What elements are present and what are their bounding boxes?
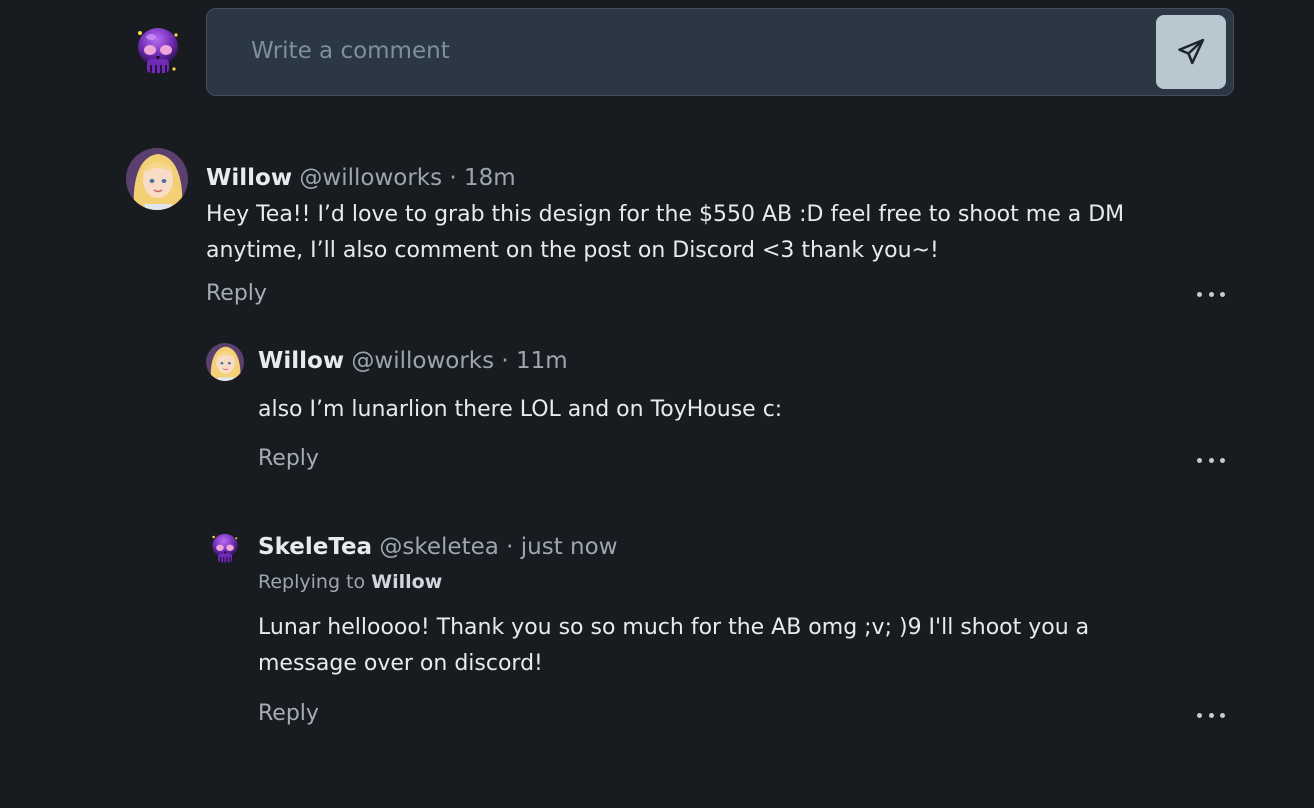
comment-author-avatar[interactable]	[209, 532, 241, 566]
comment-author-handle[interactable]: @willoworks	[351, 348, 494, 374]
more-horizontal-icon	[1197, 712, 1202, 718]
comments-page: Willow @willoworks · 18m Hey Tea!! I’d l…	[0, 0, 1314, 808]
reply-button[interactable]: Reply	[258, 444, 319, 474]
comment-input[interactable]	[251, 33, 1131, 69]
reply-button[interactable]: Reply	[206, 279, 267, 309]
blonde-girl-avatar-icon	[206, 343, 244, 381]
comment-timestamp: 11m	[516, 348, 568, 374]
skull-icon	[212, 533, 238, 563]
comment-text: also I’m lunarlion there LOL and on ToyH…	[258, 397, 783, 422]
comment-timestamp: 18m	[464, 165, 516, 191]
comment-author-avatar[interactable]	[206, 343, 244, 381]
comment-author-avatar[interactable]	[126, 148, 188, 210]
blonde-girl-avatar-icon	[126, 148, 188, 210]
paper-plane-icon	[1178, 38, 1205, 65]
more-horizontal-icon	[1197, 457, 1202, 463]
comment-timestamp: just now	[520, 534, 618, 560]
separator-dot: ·	[506, 534, 514, 560]
comment-text: Lunar helloooo! Thank you so so much for…	[258, 615, 1090, 676]
comment-author-name[interactable]: Willow	[206, 165, 292, 191]
reply-button[interactable]: Reply	[258, 699, 319, 729]
comment-header: SkeleTea @skeletea · just now	[258, 531, 618, 563]
separator-dot: ·	[501, 348, 509, 374]
more-options-button[interactable]	[1197, 708, 1225, 722]
current-user-avatar	[134, 25, 182, 79]
comment-header: Willow @willoworks · 18m	[206, 162, 516, 194]
comment-text: Hey Tea!! I’d love to grab this design f…	[206, 202, 1125, 263]
skull-icon	[138, 28, 178, 73]
comment-author-name[interactable]: SkeleTea	[258, 534, 372, 560]
more-horizontal-icon	[1197, 291, 1202, 297]
comment-composer	[206, 8, 1234, 96]
replying-to-line: Replying to Willow	[258, 569, 442, 595]
comment-author-handle[interactable]: @willoworks	[299, 165, 442, 191]
more-options-button[interactable]	[1197, 287, 1225, 301]
comment-header: Willow @willoworks · 11m	[258, 345, 568, 377]
replying-to-prefix: Replying to	[258, 571, 366, 593]
more-options-button[interactable]	[1197, 453, 1225, 467]
comment-author-name[interactable]: Willow	[258, 348, 344, 374]
separator-dot: ·	[449, 165, 457, 191]
send-button[interactable]	[1156, 15, 1226, 89]
replying-to-user[interactable]: Willow	[371, 571, 442, 593]
comment-author-handle[interactable]: @skeletea	[379, 534, 498, 560]
